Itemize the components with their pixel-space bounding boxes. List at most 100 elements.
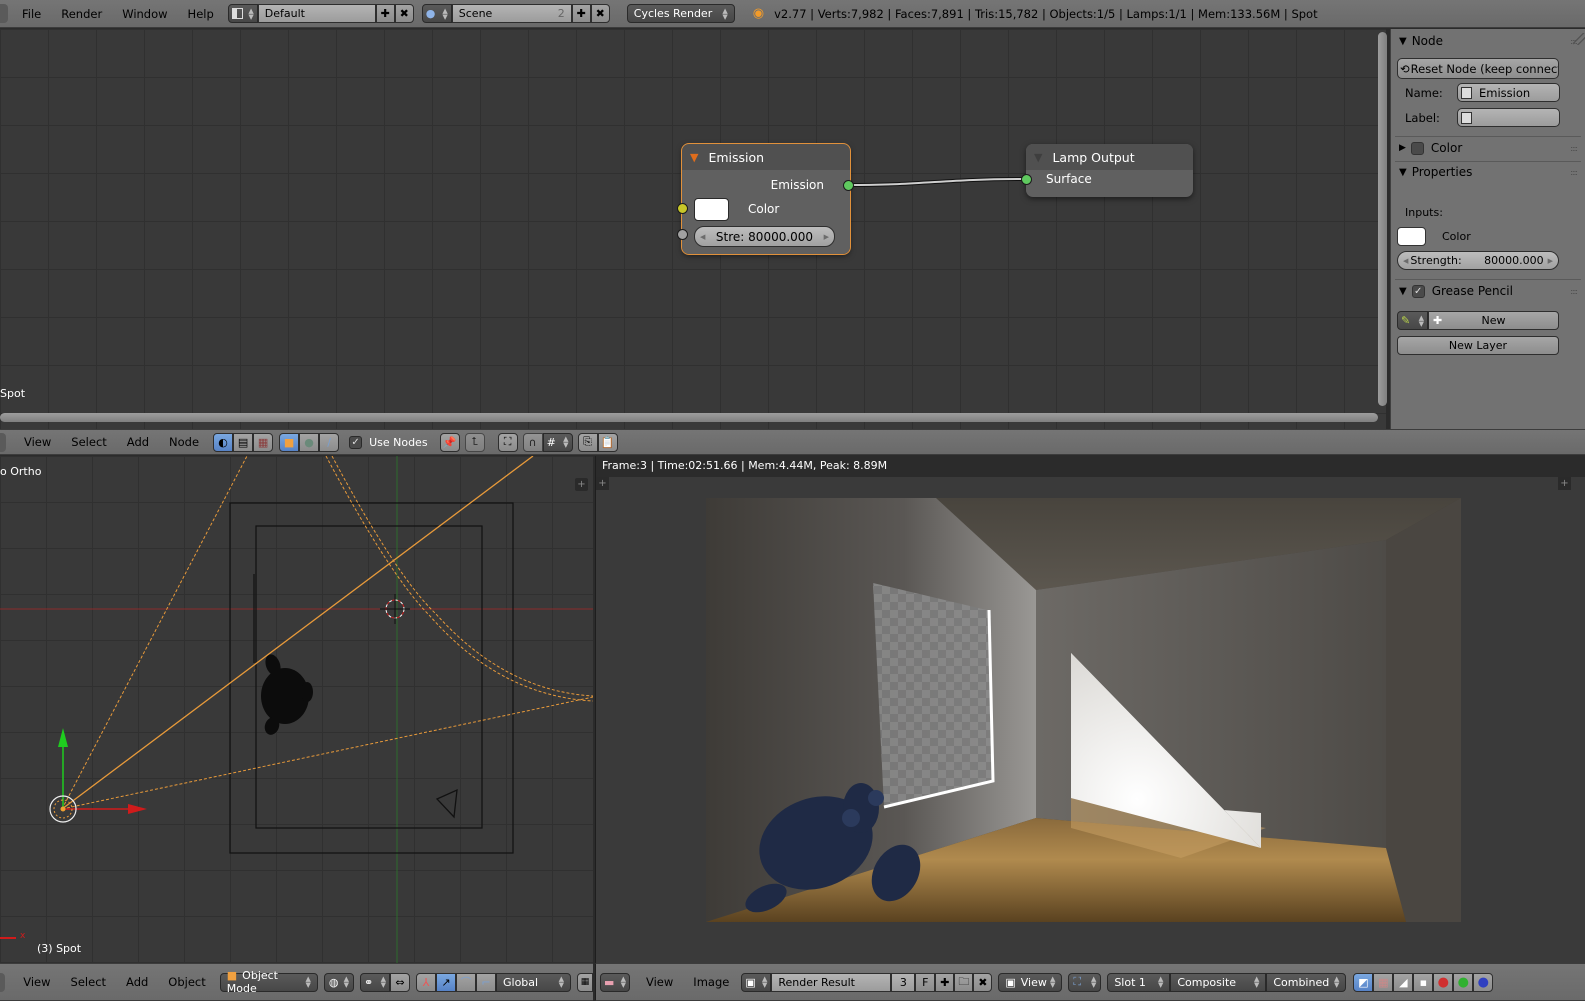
render-slot-dropdown[interactable]: Slot 1 ▲ ▼ — [1107, 972, 1171, 992]
fake-user-button[interactable]: F — [915, 972, 936, 992]
parent-tree-button[interactable]: ⮤ — [464, 432, 485, 452]
emission-node[interactable]: ▼ Emission Emission Color ◀ Stre: 80000.… — [681, 143, 851, 255]
menu-help[interactable]: Help — [178, 7, 224, 21]
menu-select[interactable]: Select — [61, 975, 116, 989]
grease-pencil-browse-button[interactable]: ✎ ▲ ▼ — [1397, 311, 1428, 330]
add-layout-button[interactable]: ✚ — [375, 4, 395, 23]
3d-viewport[interactable]: o Ortho x (3) Spot + — [0, 456, 593, 963]
scene-name-field[interactable]: Scene 2 — [451, 4, 572, 23]
increment-arrow-icon[interactable]: ▶ — [1548, 257, 1553, 265]
properties-panel-header[interactable]: ▼ Properties :::: — [1391, 160, 1585, 184]
manipulator-toggle-button[interactable]: ⅄ — [415, 972, 436, 992]
strength-input-socket[interactable] — [677, 229, 688, 240]
red-channel-button[interactable]: ● — [1433, 972, 1454, 992]
menu-window[interactable]: Window — [112, 7, 177, 21]
vertical-scrollbar[interactable] — [1378, 32, 1387, 406]
color-panel-header[interactable]: ▶ Color :::: — [1391, 136, 1585, 160]
layout-browse-button[interactable]: ▲ ▼ — [227, 4, 258, 23]
lamp-output-node[interactable]: ▼ Lamp Output Surface — [1026, 144, 1193, 197]
blue-channel-button[interactable]: ● — [1473, 972, 1494, 992]
new-grease-pencil-button[interactable]: ✚ New — [1428, 311, 1559, 330]
region-resize-handle[interactable] — [1573, 33, 1585, 45]
editor-type-button[interactable] — [0, 972, 6, 992]
grease-pencil-panel-header[interactable]: ▼ ✓ Grease Pencil :::: — [1391, 279, 1585, 303]
transform-orientation-dropdown[interactable]: Global ▲ ▼ — [495, 972, 571, 992]
paste-nodes-button[interactable]: 📋 — [597, 432, 618, 452]
toolshelf-toggle-button[interactable]: + — [575, 478, 588, 491]
backdrop-button[interactable]: ⛶ — [497, 432, 518, 452]
drag-grip-icon[interactable]: :::: — [1570, 287, 1578, 296]
object-shader-button[interactable]: ■ — [279, 432, 300, 452]
menu-add[interactable]: Add — [117, 435, 159, 449]
snap-toggle-button[interactable]: ∩ — [522, 432, 543, 452]
menu-add[interactable]: Add — [116, 975, 158, 989]
layers-button[interactable]: ▦ — [576, 972, 593, 992]
shader-nodes-button[interactable]: ◐ — [213, 432, 234, 452]
texture-nodes-button[interactable]: ▦ — [253, 432, 274, 452]
editor-type-button[interactable] — [0, 4, 8, 23]
increment-arrow-icon[interactable]: ▶ — [824, 233, 829, 241]
color-swatch[interactable] — [1397, 227, 1426, 246]
decrement-arrow-icon[interactable]: ◀ — [1403, 257, 1408, 265]
layout-name-field[interactable]: Default — [257, 4, 376, 23]
copy-nodes-button[interactable]: ⎘ — [577, 432, 598, 452]
editor-type-dropdown[interactable]: ▬ ▲ ▼ — [600, 972, 630, 992]
new-image-button[interactable]: ✚ — [935, 972, 955, 992]
new-layer-button[interactable]: New Layer — [1397, 336, 1559, 355]
reset-node-button[interactable]: ⟲Reset Node (keep connecti... — [1397, 58, 1559, 79]
menu-image[interactable]: Image — [683, 975, 739, 989]
use-nodes-toggle[interactable]: ✓ Use Nodes — [349, 435, 428, 449]
emission-output-socket[interactable] — [843, 180, 854, 191]
line-style-button[interactable]: / — [319, 432, 340, 452]
interaction-mode-dropdown[interactable]: ■ Object Mode ▲ ▼ — [219, 969, 318, 995]
node-name-field[interactable]: Emission — [1457, 83, 1560, 102]
emission-color-swatch[interactable] — [694, 198, 729, 221]
green-channel-button[interactable]: ● — [1453, 972, 1474, 992]
node-label-field[interactable] — [1457, 108, 1560, 127]
strength-field[interactable]: ◀ Strength: 80000.000 ▶ — [1397, 251, 1559, 270]
z-buffer-button[interactable]: ▪ — [1413, 972, 1434, 992]
properties-toggle-button[interactable]: + — [1558, 477, 1571, 490]
render-result-image[interactable] — [706, 498, 1461, 922]
menu-node[interactable]: Node — [159, 435, 209, 449]
render-engine-dropdown[interactable]: Cycles Render ▲ ▼ — [626, 4, 735, 23]
add-scene-button[interactable]: ✚ — [571, 4, 591, 23]
compositing-nodes-button[interactable]: ▤ — [233, 432, 254, 452]
pin-button[interactable]: 📌 — [439, 432, 460, 452]
color-alpha-button[interactable]: ◩ — [1353, 972, 1374, 992]
grease-pencil-checkbox[interactable]: ✓ — [1411, 284, 1425, 298]
image-name-field[interactable]: Render Result — [771, 972, 892, 992]
view-mode-dropdown[interactable]: ▣ View ▲ ▼ — [998, 972, 1063, 992]
surface-input-socket[interactable] — [1021, 174, 1032, 185]
open-image-button[interactable]: 🗀 — [954, 972, 974, 992]
menu-render[interactable]: Render — [51, 7, 112, 21]
editor-type-button[interactable] — [0, 432, 6, 452]
alpha-button[interactable]: ◢ — [1393, 972, 1414, 992]
color-checkbox[interactable] — [1410, 141, 1424, 155]
pivot-dropdown[interactable]: ⛶ ▲ ▼ — [1068, 972, 1102, 992]
toolshelf-toggle-button[interactable]: + — [596, 477, 609, 490]
delete-scene-button[interactable]: ✖ — [590, 4, 610, 23]
manipulate-centers-button[interactable]: ⇔ — [389, 972, 410, 992]
collapse-triangle-icon[interactable]: ▼ — [1034, 151, 1042, 164]
snap-element-dropdown[interactable]: # ▲ ▼ — [542, 432, 573, 452]
color-button[interactable]: ▦ — [1373, 972, 1394, 992]
collapse-triangle-icon[interactable]: ▼ — [690, 151, 698, 164]
emission-node-header[interactable]: ▼ Emission — [682, 144, 850, 170]
menu-file[interactable]: File — [12, 7, 51, 21]
image-editor[interactable]: Frame:3 | Time:02:51.66 | Mem:4.44M, Pea… — [595, 456, 1585, 963]
render-layer-dropdown[interactable]: Composite ▲ ▼ — [1170, 972, 1267, 992]
lamp-output-header[interactable]: ▼ Lamp Output — [1026, 144, 1193, 170]
menu-view[interactable]: View — [13, 975, 60, 989]
scene-browse-button[interactable]: ● ▲ ▼ — [421, 4, 452, 23]
decrement-arrow-icon[interactable]: ◀ — [700, 233, 705, 241]
menu-object[interactable]: Object — [158, 975, 215, 989]
menu-select[interactable]: Select — [61, 435, 116, 449]
viewport-shading-dropdown[interactable]: ◍ ▲ ▼ — [323, 972, 354, 992]
menu-view[interactable]: View — [14, 435, 61, 449]
translate-manipulator-button[interactable]: ↗ — [435, 972, 456, 992]
node-panel-header[interactable]: ▼ Node :::: — [1391, 29, 1585, 53]
drag-grip-icon[interactable]: :::: — [1570, 144, 1578, 153]
drag-grip-icon[interactable]: :::: — [1570, 168, 1578, 177]
render-pass-dropdown[interactable]: Combined ▲ ▼ — [1266, 972, 1347, 992]
